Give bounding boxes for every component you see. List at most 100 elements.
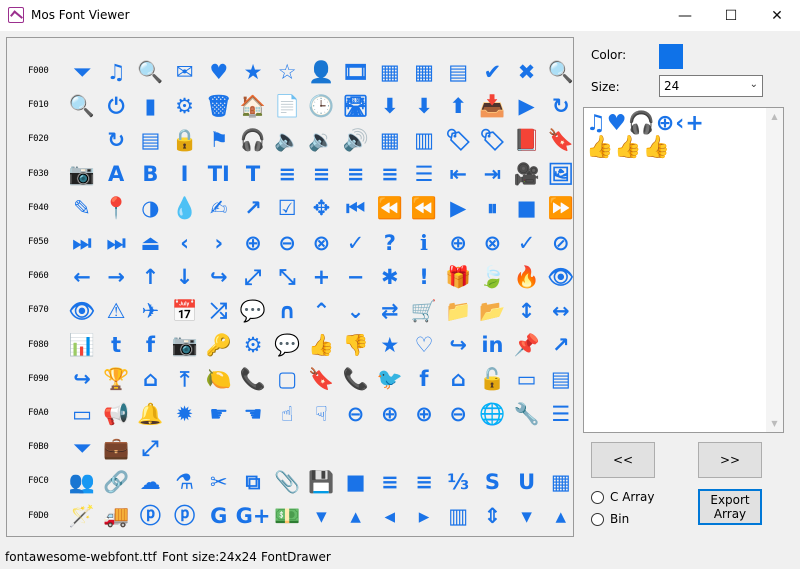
glyph-cell-icon[interactable]: 📍	[102, 195, 130, 223]
glyph-cell-icon[interactable]: ⚑	[205, 126, 233, 154]
glyph-cell-icon[interactable]: ⇤	[444, 161, 472, 189]
glyph-cell-icon[interactable]: ⏪	[376, 195, 404, 223]
glyph-cell-icon[interactable]: ⏩	[547, 195, 575, 223]
glyph-cell-icon[interactable]: 📕	[513, 126, 541, 154]
glyph-cell-icon[interactable]: ■	[342, 468, 370, 496]
glyph-cell-icon[interactable]: ≡	[342, 161, 370, 189]
glyph-cell-icon[interactable]: T	[239, 161, 267, 189]
glyph-cell-icon[interactable]: ▭	[68, 400, 96, 428]
glyph-cell-icon[interactable]: ⊕	[444, 229, 472, 257]
glyph-cell-icon[interactable]: ←	[68, 263, 96, 291]
glyph-cell-icon[interactable]: 🗑	[205, 92, 233, 120]
glyph-cell-icon[interactable]: 💬	[273, 332, 301, 360]
glyph-cell-icon[interactable]: 📄	[273, 92, 301, 120]
glyph-cell-icon[interactable]: ▴	[547, 503, 575, 531]
glyph-cell-icon[interactable]: 📂	[478, 297, 506, 325]
glyph-cell-icon[interactable]: ▮	[136, 92, 164, 120]
glyph-cell-icon[interactable]: ★	[239, 58, 267, 86]
glyph-cell-icon[interactable]: ⌄	[342, 297, 370, 325]
glyph-cell-icon[interactable]: ⏭	[102, 229, 130, 257]
radio-bin[interactable]: Bin	[591, 512, 629, 526]
glyph-cell-icon[interactable]: ■	[513, 195, 541, 223]
glyph-cell-icon[interactable]: G+	[236, 503, 271, 531]
glyph-cell-icon[interactable]: ⌃	[307, 297, 335, 325]
glyph-cell-icon[interactable]: ✂	[205, 468, 233, 496]
glyph-cell-icon[interactable]: ☰	[410, 161, 438, 189]
glyph-cell-icon[interactable]: 👍	[307, 332, 335, 360]
glyph-cell-icon[interactable]: ?	[376, 229, 404, 257]
glyph-cell-icon[interactable]: ▥	[410, 126, 438, 154]
glyph-cell-icon[interactable]: ⊕	[376, 400, 404, 428]
glyph-cell-icon[interactable]: 🏷	[478, 126, 506, 154]
glyph-cell-icon[interactable]: ✔	[478, 58, 506, 86]
glyph-cell-icon[interactable]: ☚	[239, 400, 267, 428]
glyph-cell-icon[interactable]: ♥	[205, 58, 233, 86]
glyph-cell-icon[interactable]: ⬇	[376, 92, 404, 120]
glyph-cell-icon[interactable]: 🔗	[102, 468, 130, 496]
glyph-cell-icon[interactable]: ⏭	[68, 229, 96, 257]
glyph-cell-icon[interactable]: ✎	[68, 195, 96, 223]
glyph-cell-icon[interactable]: ▭	[513, 366, 541, 394]
glyph-cell-icon[interactable]: ▾	[307, 503, 335, 531]
glyph-cell-icon[interactable]: 👤	[307, 58, 335, 86]
glyph-cell-icon[interactable]: ☑	[273, 195, 301, 223]
glyph-cell-icon[interactable]: ⤮	[205, 297, 233, 325]
glyph-cell-icon[interactable]: ⏪	[410, 195, 438, 223]
glyph-cell-icon[interactable]: ⊖	[273, 229, 301, 257]
glyph-cell-icon[interactable]: ⊖	[444, 400, 472, 428]
glyph-cell-icon[interactable]: ‹	[171, 229, 199, 257]
glyph-cell-icon[interactable]: ↪	[205, 263, 233, 291]
glyph-cell-icon[interactable]: 🌐	[478, 400, 506, 428]
glyph-cell-icon[interactable]: ↓	[171, 263, 199, 291]
glyph-cell-icon[interactable]: f	[136, 332, 164, 360]
glyph-cell-icon[interactable]: 🔍	[547, 58, 575, 86]
glyph-cell-icon[interactable]: 🔈	[273, 126, 301, 154]
glyph-cell-icon[interactable]: ⬆	[444, 92, 472, 120]
export-array-button[interactable]: Export Array	[698, 489, 762, 525]
glyph-cell-icon[interactable]: TI	[205, 161, 233, 189]
glyph-cell-icon[interactable]: ⚙	[239, 332, 267, 360]
glyph-cell-icon[interactable]: ⬇	[410, 92, 438, 120]
glyph-cell-icon[interactable]: 🛒	[410, 297, 438, 325]
minimize-button[interactable]: —	[662, 0, 708, 31]
glyph-cell-icon[interactable]: 🍃	[478, 263, 506, 291]
glyph-cell-icon[interactable]: ▶	[513, 92, 541, 120]
glyph-cell-icon[interactable]: 💬	[239, 297, 267, 325]
glyph-cell-icon[interactable]: ≡	[307, 161, 335, 189]
glyph-cell-icon[interactable]: ☰	[547, 400, 575, 428]
glyph-cell-icon[interactable]: G	[205, 503, 233, 531]
glyph-cell-icon[interactable]: ✈	[136, 297, 164, 325]
glyph-cell-icon[interactable]: ✱	[376, 263, 404, 291]
glyph-cell-icon[interactable]: 🎧	[239, 126, 267, 154]
glyph-cell-icon[interactable]: 🔑	[205, 332, 233, 360]
glyph-cell-icon[interactable]: ▤	[547, 366, 575, 394]
glyph-cell-icon[interactable]: 📁	[444, 297, 472, 325]
glyph-cell-icon[interactable]: 📥	[478, 92, 506, 120]
glyph-cell-icon[interactable]: ↕	[513, 297, 541, 325]
glyph-cell-icon[interactable]: ⏮	[342, 195, 370, 223]
glyph-cell-icon[interactable]: 📊	[68, 332, 96, 360]
glyph-cell-icon[interactable]: 🎞	[342, 58, 370, 86]
glyph-cell-icon[interactable]: 🎁	[444, 263, 472, 291]
glyph-cell-icon[interactable]: 📞	[342, 366, 370, 394]
glyph-cell-icon[interactable]: S	[478, 468, 506, 496]
glyph-cell-icon[interactable]: 💾	[307, 468, 335, 496]
glyph-cell-icon[interactable]: ✍	[205, 195, 233, 223]
glyph-cell-icon[interactable]: in	[478, 332, 506, 360]
glyph-cell-icon[interactable]: t	[102, 332, 130, 360]
glyph-cell-icon[interactable]: ↗	[239, 195, 267, 223]
glyph-cell-icon[interactable]: ⇥	[478, 161, 506, 189]
glyph-cell-icon[interactable]: ⊗	[478, 229, 506, 257]
glyph-cell-icon[interactable]: ✥	[307, 195, 335, 223]
glyph-cell-icon[interactable]: ↗	[547, 332, 575, 360]
glyph-cell-icon[interactable]: ≡	[273, 161, 301, 189]
preview-box[interactable]: ♫♥🎧⊕‹+ 👍👍👍 ▲ ▼	[583, 107, 784, 433]
glyph-cell-icon[interactable]: ⏷	[68, 434, 96, 462]
scroll-down-icon[interactable]: ▼	[766, 415, 783, 432]
glyph-cell-icon[interactable]: ›	[205, 229, 233, 257]
radio-c-array[interactable]: C Array	[591, 490, 655, 504]
glyph-cell-icon[interactable]: ▢	[273, 366, 301, 394]
vertical-scrollbar[interactable]: ▲ ▼	[766, 108, 783, 432]
glyph-cell-icon[interactable]: 🔖	[547, 126, 575, 154]
glyph-cell-icon[interactable]: ▦	[547, 468, 575, 496]
